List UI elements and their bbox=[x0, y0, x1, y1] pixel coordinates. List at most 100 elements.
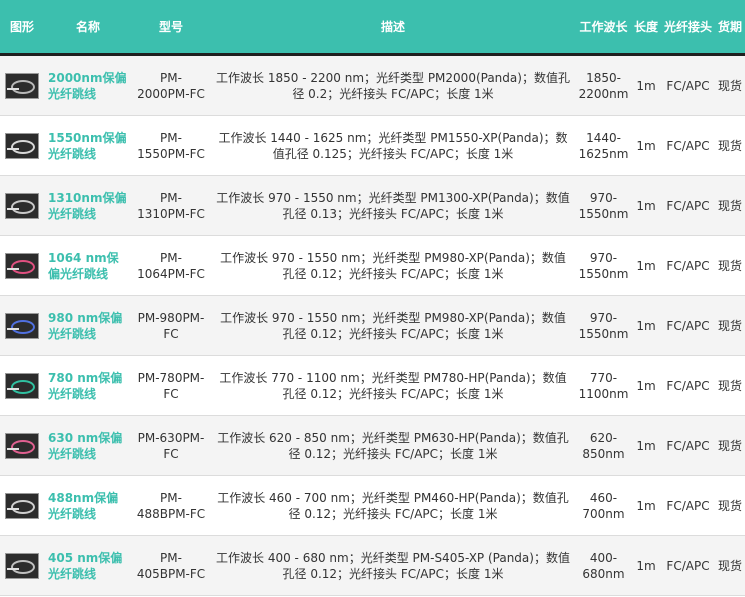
fiber-patch-cable-image[interactable] bbox=[5, 192, 39, 219]
cell-model: PM-630PM-FC bbox=[132, 415, 210, 476]
product-name-link[interactable]: 1310nm保偏光纤跳线 bbox=[44, 175, 132, 236]
header-description: 描述 bbox=[210, 0, 576, 56]
cell-image bbox=[0, 415, 44, 476]
table-header-row: 图形 名称 型号 描述 工作波长 长度 光纤接头 货期 bbox=[0, 0, 745, 56]
fiber-patch-cable-image[interactable] bbox=[5, 312, 39, 339]
product-table: 图形 名称 型号 描述 工作波长 长度 光纤接头 货期 2000nm保偏光纤跳线… bbox=[0, 0, 745, 596]
cell-wavelength: 400-680nm bbox=[576, 535, 631, 596]
fiber-coil-icon bbox=[11, 439, 35, 454]
product-name-link[interactable]: 405 nm保偏光纤跳线 bbox=[44, 535, 132, 596]
cell-length: 1m bbox=[631, 415, 661, 476]
cell-connector: FC/APC bbox=[661, 115, 715, 176]
cell-length: 1m bbox=[631, 175, 661, 236]
product-name-link[interactable]: 488nm保偏光纤跳线 bbox=[44, 475, 132, 536]
cell-model: PM-488BPM-FC bbox=[132, 475, 210, 536]
cell-length: 1m bbox=[631, 235, 661, 296]
table-row: 488nm保偏光纤跳线 PM-488BPM-FC 工作波长 460 - 700 nm… bbox=[0, 475, 745, 536]
fiber-lead-icon bbox=[7, 567, 19, 570]
cell-wavelength: 970-1550nm bbox=[576, 175, 631, 236]
fiber-lead-icon bbox=[7, 447, 19, 450]
cell-description: 工作波长 970 - 1550 nm；光纤类型 PM980-XP(Panda)；… bbox=[210, 235, 576, 296]
cell-description: 工作波长 400 - 680 nm；光纤类型 PM-S405-XP (Panda… bbox=[210, 535, 576, 596]
table-row: 405 nm保偏光纤跳线 PM-405BPM-FC 工作波长 400 - 680 n… bbox=[0, 535, 745, 596]
cell-connector: FC/APC bbox=[661, 54, 715, 116]
cell-description: 工作波长 460 - 700 nm；光纤类型 PM460-HP(Panda)；数… bbox=[210, 475, 576, 536]
fiber-coil-icon bbox=[11, 499, 35, 514]
fiber-patch-cable-image[interactable] bbox=[5, 132, 39, 159]
fiber-lead-icon bbox=[7, 267, 19, 270]
cell-stock: 现货 bbox=[715, 54, 745, 116]
cell-model: PM-405BPM-FC bbox=[132, 535, 210, 596]
fiber-lead-icon bbox=[7, 327, 19, 330]
table-row: 1550nm保偏光纤跳线 PM-1550PM-FC 工作波长 1440 - 1625… bbox=[0, 115, 745, 176]
cell-stock: 现货 bbox=[715, 535, 745, 596]
table-row: 2000nm保偏光纤跳线 PM-2000PM-FC 工作波长 1850 - 2200… bbox=[0, 54, 745, 116]
header-name: 名称 bbox=[44, 0, 132, 56]
product-name-link[interactable]: 980 nm保偏光纤跳线 bbox=[44, 295, 132, 356]
cell-length: 1m bbox=[631, 475, 661, 536]
fiber-lead-icon bbox=[7, 507, 19, 510]
product-name-link[interactable]: 2000nm保偏光纤跳线 bbox=[44, 54, 132, 116]
cell-image bbox=[0, 175, 44, 236]
cell-wavelength: 770-1100nm bbox=[576, 355, 631, 416]
fiber-lead-icon bbox=[7, 387, 19, 390]
cell-description: 工作波长 620 - 850 nm；光纤类型 PM630-HP(Panda)；数… bbox=[210, 415, 576, 476]
table-row: 1064 nm保偏光纤跳线 PM-1064PM-FC 工作波长 970 - 1550… bbox=[0, 235, 745, 296]
cell-wavelength: 970-1550nm bbox=[576, 295, 631, 356]
cell-image bbox=[0, 235, 44, 296]
product-name-link[interactable]: 1064 nm保偏光纤跳线 bbox=[44, 235, 132, 296]
fiber-patch-cable-image[interactable] bbox=[5, 432, 39, 459]
cell-image bbox=[0, 295, 44, 356]
fiber-lead-icon bbox=[7, 147, 19, 150]
cell-stock: 现货 bbox=[715, 355, 745, 416]
cell-model: PM-1550PM-FC bbox=[132, 115, 210, 176]
cell-connector: FC/APC bbox=[661, 295, 715, 356]
cell-stock: 现货 bbox=[715, 295, 745, 356]
cell-wavelength: 970-1550nm bbox=[576, 235, 631, 296]
fiber-patch-cable-image[interactable] bbox=[5, 72, 39, 99]
cell-image bbox=[0, 475, 44, 536]
cell-connector: FC/APC bbox=[661, 175, 715, 236]
fiber-patch-cable-image[interactable] bbox=[5, 252, 39, 279]
cell-connector: FC/APC bbox=[661, 355, 715, 416]
cell-stock: 现货 bbox=[715, 475, 745, 536]
cell-stock: 现货 bbox=[715, 115, 745, 176]
cell-wavelength: 460-700nm bbox=[576, 475, 631, 536]
fiber-patch-cable-image[interactable] bbox=[5, 372, 39, 399]
fiber-patch-cable-image[interactable] bbox=[5, 552, 39, 579]
cell-connector: FC/APC bbox=[661, 235, 715, 296]
product-name-link[interactable]: 630 nm保偏光纤跳线 bbox=[44, 415, 132, 476]
cell-length: 1m bbox=[631, 115, 661, 176]
cell-image bbox=[0, 54, 44, 116]
cell-length: 1m bbox=[631, 295, 661, 356]
cell-connector: FC/APC bbox=[661, 535, 715, 596]
cell-stock: 现货 bbox=[715, 415, 745, 476]
fiber-patch-cable-image[interactable] bbox=[5, 492, 39, 519]
cell-length: 1m bbox=[631, 54, 661, 116]
table-body: 2000nm保偏光纤跳线 PM-2000PM-FC 工作波长 1850 - 2200… bbox=[0, 54, 745, 596]
fiber-coil-icon bbox=[11, 139, 35, 154]
header-image: 图形 bbox=[0, 0, 44, 56]
cell-image bbox=[0, 535, 44, 596]
cell-wavelength: 1850-2200nm bbox=[576, 54, 631, 116]
table-row: 1310nm保偏光纤跳线 PM-1310PM-FC 工作波长 970 - 1550 … bbox=[0, 175, 745, 236]
cell-model: PM-780PM-FC bbox=[132, 355, 210, 416]
cell-length: 1m bbox=[631, 535, 661, 596]
cell-wavelength: 1440-1625nm bbox=[576, 115, 631, 176]
fiber-coil-icon bbox=[11, 259, 35, 274]
cell-connector: FC/APC bbox=[661, 475, 715, 536]
cell-model: PM-1064PM-FC bbox=[132, 235, 210, 296]
cell-length: 1m bbox=[631, 355, 661, 416]
cell-model: PM-1310PM-FC bbox=[132, 175, 210, 236]
cell-model: PM-980PM-FC bbox=[132, 295, 210, 356]
product-name-link[interactable]: 1550nm保偏光纤跳线 bbox=[44, 115, 132, 176]
fiber-coil-icon bbox=[11, 79, 35, 94]
cell-model: PM-2000PM-FC bbox=[132, 54, 210, 116]
header-stock: 货期 bbox=[715, 0, 745, 56]
table-row: 980 nm保偏光纤跳线 PM-980PM-FC 工作波长 970 - 1550 n… bbox=[0, 295, 745, 356]
cell-wavelength: 620-850nm bbox=[576, 415, 631, 476]
cell-description: 工作波长 1440 - 1625 nm；光纤类型 PM1550-XP(Panda… bbox=[210, 115, 576, 176]
product-name-link[interactable]: 780 nm保偏光纤跳线 bbox=[44, 355, 132, 416]
cell-stock: 现货 bbox=[715, 235, 745, 296]
fiber-coil-icon bbox=[11, 199, 35, 214]
